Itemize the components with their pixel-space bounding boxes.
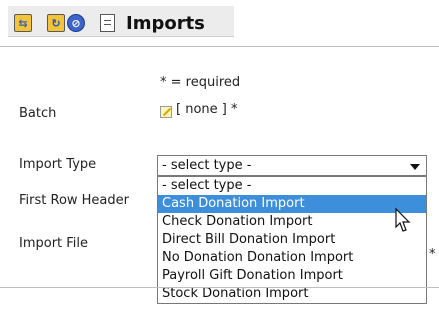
mouse-cursor-icon [395,207,411,232]
toolbar: ⇆ ↻ ⊘ Imports [8,6,234,37]
first-row-header-label: First Row Header [19,193,129,208]
option-no-donation-donation-import[interactable]: No Donation Donation Import [158,249,426,267]
option-select-type[interactable]: - select type - [158,177,426,195]
header-divider [0,46,439,47]
document-icon [100,14,115,32]
import-file-label: Import File [19,236,89,251]
footer-divider [0,287,439,288]
chevron-down-icon[interactable] [410,164,420,170]
no-entry-icon[interactable]: ⊘ [67,14,85,32]
refresh-icon[interactable]: ↻ [47,14,65,32]
exchange-icon[interactable]: ⇆ [14,14,32,32]
option-check-donation-import[interactable]: Check Donation Import [158,213,426,231]
import-type-selected-value: - select type - [162,158,252,173]
import-type-select[interactable]: - select type - [157,155,427,176]
page-header: ⇆ ↻ ⊘ Imports [0,0,439,46]
batch-value: [ none ] * [176,102,238,117]
batch-label: Batch [19,106,57,121]
option-direct-bill-donation-import[interactable]: Direct Bill Donation Import [158,231,426,249]
edit-icon[interactable] [160,106,172,118]
import-file-required-marker: * [429,247,436,262]
option-payroll-gift-donation-import[interactable]: Payroll Gift Donation Import [158,267,426,285]
import-type-label: Import Type [19,157,97,172]
page-title: Imports [126,13,205,34]
option-cash-donation-import[interactable]: Cash Donation Import [158,195,426,213]
required-note: * = required [160,75,241,90]
import-type-dropdown[interactable]: - select type - Cash Donation Import Che… [157,176,427,304]
